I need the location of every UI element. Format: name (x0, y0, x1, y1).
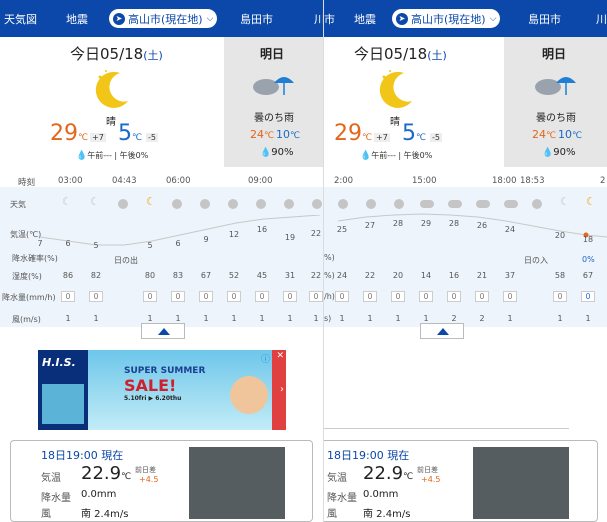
weather-row-label: 天気 (10, 200, 26, 209)
sunset-label: 日の入 (524, 256, 548, 265)
divider (324, 428, 569, 429)
location-selector[interactable]: ➤ 高山市(現在地) ⌵ (109, 9, 218, 28)
left-screen: 天気図 地震 ➤ 高山市(現在地) ⌵ 島田市 川 今日05/18(土) 晴 2… (0, 0, 323, 522)
today-high-diff: +7 (90, 133, 106, 142)
cloudy-then-rain-icon (535, 77, 576, 95)
tomorrow-low: 10℃ (276, 128, 301, 141)
nav-earthquake[interactable]: 地震 (66, 11, 88, 27)
moon-icon: ☾ (90, 195, 100, 208)
tomorrow-title: 明日 (542, 47, 567, 61)
sun-icon (172, 199, 182, 209)
today-high: 29℃ (334, 121, 373, 146)
raindrop-icon: 💧 (360, 151, 372, 161)
tomorrow-panel[interactable]: 明日 曇のち雨 24℃ 10℃ 💧90% (504, 37, 607, 167)
obs-title: 18日19:00 現在 (41, 449, 124, 462)
today-panel: 今日05/18(土) 晴 29℃ +7 5℃ -5 💧午前--- | 午後0% (0, 37, 224, 167)
temp-curve (39, 215, 321, 246)
nav-earthquake[interactable]: 地震 (354, 11, 376, 27)
tomorrow-high: 24℃ (532, 128, 557, 141)
humidity-row-label: 湿度(%) (12, 272, 42, 281)
tomorrow-high: 24℃ (250, 128, 275, 141)
nav-shimada[interactable]: 島田市 (528, 11, 561, 27)
obs-title: 18日19:00 現在 (327, 449, 410, 462)
nav-partial[interactable]: 市 (324, 11, 335, 27)
radar-map[interactable] (189, 447, 285, 519)
navigation-icon: ➤ (113, 13, 125, 25)
moon-clear-icon (379, 70, 412, 108)
nav-kawa[interactable]: 川 (596, 11, 607, 27)
today-low-diff: -5 (146, 133, 158, 142)
tomorrow-title: 明日 (260, 47, 285, 61)
collapse-toggle[interactable] (141, 323, 185, 339)
raindrop-icon: 💧 (542, 148, 554, 158)
hourly-table[interactable]: ☾ ☾ 25 27 28 29 28 26 24 20 18 %) 日の入 0%… (324, 187, 607, 327)
ad-brand: H.I.S. (42, 356, 76, 369)
tomorrow-weather-label: 曇のち雨 (254, 113, 294, 124)
collapse-toggle[interactable] (420, 323, 464, 339)
wind-row-label: 風(m/s) (12, 315, 41, 324)
nav-shimada[interactable]: 島田市 (240, 11, 273, 27)
right-screen: 市 地震 ➤ 高山市(現在地) ⌵ 島田市 川 今日05/18(土) 晴 29℃… (324, 0, 607, 522)
nav-weather-map[interactable]: 天気図 (4, 11, 37, 27)
cloudy-then-rain-icon (253, 77, 294, 95)
ad-photo: H.I.S. (38, 350, 88, 430)
raindrop-icon: 💧 (76, 151, 88, 161)
sun-icon (228, 199, 238, 209)
moon-icon: ☾ (146, 195, 156, 208)
chevron-up-icon (158, 328, 170, 335)
ad-choices-icon[interactable]: ⓘ (261, 352, 270, 365)
navigation-icon: ➤ (396, 13, 408, 25)
today-precip: 💧午前--- | 午後0% (360, 151, 433, 161)
rain-amount-label: 降水量(mm/h) (2, 293, 56, 302)
sunrise-label: 日の出 (114, 256, 138, 265)
current-observation-card[interactable]: 18日19:00 現在 気温 22.9℃ 前日差 +4.5 降水量 0.0mm … (324, 440, 598, 522)
current-observation-card[interactable]: 18日19:00 現在 気温 22.9℃ 前日差 +4.5 降水量 0.0mm … (10, 440, 313, 522)
close-icon[interactable]: ✕ (276, 351, 284, 361)
today-low: 5℃ (402, 121, 427, 146)
chevron-down-icon: ⌵ (489, 14, 497, 24)
chevron-up-icon (437, 328, 449, 335)
moon-icon: ☾ (62, 195, 72, 208)
top-nav: 天気図 地震 ➤ 高山市(現在地) ⌵ 島田市 川 (0, 0, 323, 37)
radar-map[interactable] (473, 447, 569, 519)
top-nav: 市 地震 ➤ 高山市(現在地) ⌵ 島田市 川 (324, 0, 607, 37)
chevron-down-icon: ⌵ (206, 14, 214, 24)
today-low: 5℃ (118, 121, 143, 146)
tomorrow-precip: 💧90% (260, 147, 294, 158)
today-high-diff: +7 (374, 133, 390, 142)
today-title: 今日05/18(土) (354, 45, 447, 63)
tomorrow-weather-label: 曇のち雨 (536, 113, 576, 124)
raindrop-icon: 💧 (260, 148, 272, 158)
location-selector[interactable]: ➤ 高山市(現在地) ⌵ (392, 9, 501, 28)
today-panel: 今日05/18(土) 晴 29℃ +7 5℃ -5 💧午前--- | 午後0% (324, 37, 504, 167)
location-label: 高山市(現在地) (411, 13, 486, 26)
sun-icon (312, 199, 322, 209)
ad-headline: SUPER SUMMER SALE! 5.10fri ▶ 6.20thu (124, 366, 206, 402)
tomorrow-panel[interactable]: 明日 曇のち雨 24℃ 10℃ 💧90% (224, 37, 323, 167)
today-weather-label: 晴 (390, 117, 400, 128)
ad-banner[interactable]: H.I.S. SUPER SUMMER SALE! 5.10fri ▶ 6.20… (38, 350, 286, 430)
today-precip: 💧午前--- | 午後0% (76, 151, 149, 161)
tomorrow-low: 10℃ (558, 128, 583, 141)
today-high: 29℃ (50, 121, 89, 146)
today-low-diff: -5 (430, 133, 442, 142)
tomorrow-precip: 💧90% (542, 147, 576, 158)
sun-icon (256, 199, 266, 209)
arrow-right-icon: › (280, 384, 284, 395)
location-label: 高山市(現在地) (128, 13, 203, 26)
today-weather-label: 晴 (106, 117, 116, 128)
hourly-table[interactable]: 天気 ☾ ☾ ☾ 気温(℃) 7 6 5 5 6 9 12 16 19 22 降… (0, 187, 323, 327)
today-title: 今日05/18(土) (70, 45, 163, 63)
moon-clear-icon (95, 70, 128, 108)
rain-prob-label: 降水確率(%) (12, 254, 58, 263)
sun-icon (200, 199, 210, 209)
sunrise-icon (118, 199, 128, 209)
nav-kawa[interactable]: 川 (314, 11, 323, 27)
sun-icon (284, 199, 294, 209)
